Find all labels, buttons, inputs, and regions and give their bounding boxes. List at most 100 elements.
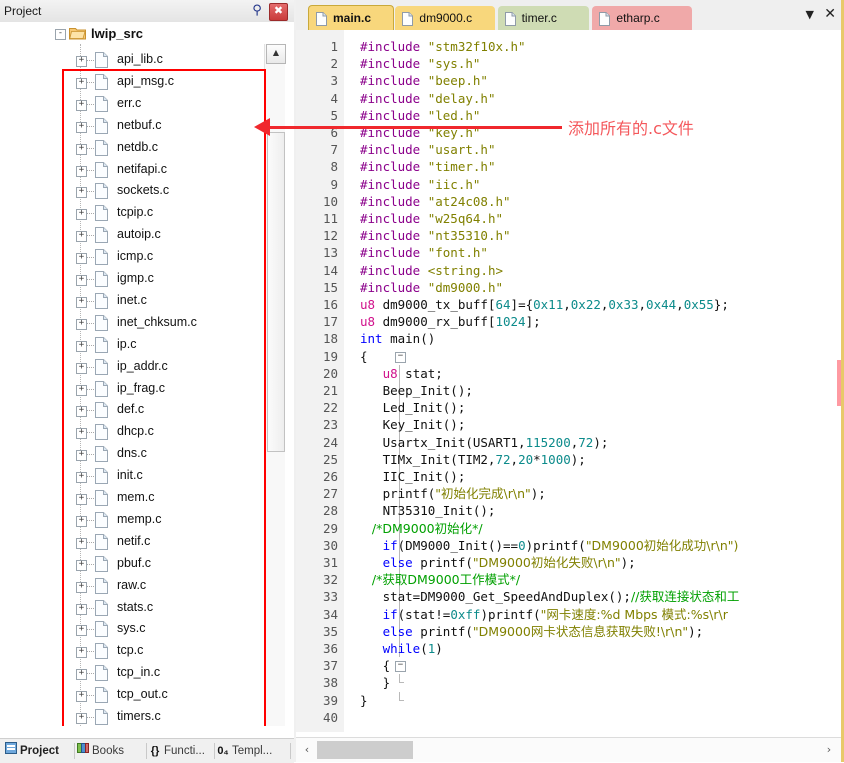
- tree-item-init-c[interactable]: + init.c: [0, 464, 262, 488]
- tree-item-netdb-c[interactable]: + netdb.c: [0, 136, 262, 160]
- tree-item-sys-c[interactable]: + sys.c: [0, 617, 262, 641]
- tree-item-igmp-c[interactable]: + igmp.c: [0, 267, 262, 291]
- tree-expand-toggle[interactable]: +: [76, 625, 87, 637]
- code-line[interactable]: else printf("DM9000初始化失败\r\n");: [296, 554, 844, 571]
- editor-tab-timer-c[interactable]: timer.c: [497, 6, 590, 30]
- tree-item-api_lib-c[interactable]: + api_lib.c: [0, 48, 262, 72]
- scroll-left-arrow-icon[interactable]: ‹: [300, 742, 314, 758]
- tree-item-memp-c[interactable]: + memp.c: [0, 508, 262, 532]
- tree-expand-toggle[interactable]: +: [76, 99, 87, 111]
- tree-expand-toggle[interactable]: +: [76, 165, 87, 177]
- tree-item-inet_chksum-c[interactable]: + inet_chksum.c: [0, 311, 262, 335]
- editor-tab-main-c[interactable]: main.c: [308, 5, 395, 32]
- code-line[interactable]: #include "beep.h": [296, 72, 844, 89]
- code-line[interactable]: /*获取DM9000工作模式*/: [296, 571, 844, 588]
- tree-item-ip-c[interactable]: + ip.c: [0, 333, 262, 357]
- code-line[interactable]: printf("初始化完成\r\n");: [296, 485, 844, 502]
- tree-expand-toggle[interactable]: +: [76, 209, 87, 221]
- editor-tab-etharp-c[interactable]: etharp.c: [592, 6, 692, 30]
- code-line[interactable]: stat=DM9000_Get_SpeedAndDuplex();//获取连接状…: [296, 588, 844, 605]
- code-line[interactable]: if(stat!=0xff)printf("网卡速度:%d Mbps 模式:%s…: [296, 606, 844, 623]
- tree-expand-toggle[interactable]: +: [76, 647, 87, 659]
- tree-item-mem-c[interactable]: + mem.c: [0, 486, 262, 510]
- tree-expand-toggle[interactable]: +: [76, 121, 87, 133]
- code-line[interactable]: /*DM9000初始化*/: [296, 520, 844, 537]
- code-line[interactable]: Usartx_Init(USART1,115200,72);: [296, 434, 844, 451]
- code-line[interactable]: #include "usart.h": [296, 141, 844, 158]
- tree-item-tcp_in-c[interactable]: + tcp_in.c: [0, 661, 262, 685]
- code-line[interactable]: {: [296, 348, 844, 365]
- panel-tab-books[interactable]: Books: [76, 741, 124, 761]
- tree-expand-toggle[interactable]: +: [76, 406, 87, 418]
- code-line[interactable]: #include <string.h>: [296, 262, 844, 279]
- code-line[interactable]: #include "sys.h": [296, 55, 844, 72]
- code-line[interactable]: }: [296, 692, 844, 709]
- tree-item-dns-c[interactable]: + dns.c: [0, 442, 262, 466]
- code-line[interactable]: #include "iic.h": [296, 176, 844, 193]
- tree-expand-toggle[interactable]: +: [76, 603, 87, 615]
- tree-item-sockets-c[interactable]: + sockets.c: [0, 179, 262, 203]
- code-line[interactable]: #include "delay.h": [296, 90, 844, 107]
- project-tree[interactable]: - lwip_src + api_lib.c + api_msg.c + err.c + ne…: [0, 22, 294, 726]
- tree-item-icmp-c[interactable]: + icmp.c: [0, 245, 262, 269]
- code-line[interactable]: TIMx_Init(TIM2,72,20*1000);: [296, 451, 844, 468]
- panel-tab-functi[interactable]: {} Functi...: [148, 741, 205, 761]
- code-line[interactable]: u8 stat;: [296, 365, 844, 382]
- tree-expand-toggle[interactable]: +: [76, 559, 87, 571]
- scroll-right-arrow-icon[interactable]: ›: [822, 742, 836, 758]
- tree-expand-toggle[interactable]: +: [76, 56, 87, 67]
- code-line[interactable]: Key_Init();: [296, 416, 844, 433]
- tree-expand-toggle[interactable]: +: [76, 143, 87, 155]
- tree-expand-toggle[interactable]: +: [76, 384, 87, 396]
- tree-item-tcp_out-c[interactable]: + tcp_out.c: [0, 683, 262, 707]
- tree-item-timers-c[interactable]: + timers.c: [0, 705, 262, 726]
- scroll-up-arrow-icon[interactable]: ▲: [266, 44, 286, 64]
- tree-item-raw-c[interactable]: + raw.c: [0, 574, 262, 598]
- code-line[interactable]: #include "w25q64.h": [296, 210, 844, 227]
- tree-expand-toggle[interactable]: +: [76, 275, 87, 286]
- project-tree-scrollbar[interactable]: ▲ ▼: [264, 44, 286, 726]
- tree-item-def-c[interactable]: + def.c: [0, 398, 262, 422]
- tree-expand-toggle[interactable]: +: [76, 77, 87, 89]
- tree-expand-toggle[interactable]: +: [76, 450, 87, 462]
- chevron-down-icon[interactable]: ▼: [806, 8, 814, 21]
- code-line[interactable]: #include "nt35310.h": [296, 227, 844, 244]
- code-line[interactable]: #include "dm9000.h": [296, 279, 844, 296]
- tree-item-ip_addr-c[interactable]: + ip_addr.c: [0, 355, 262, 379]
- tree-expand-toggle[interactable]: +: [76, 669, 87, 681]
- tree-item-pbuf-c[interactable]: + pbuf.c: [0, 552, 262, 576]
- code-line[interactable]: NT35310_Init();: [296, 502, 844, 519]
- tree-item-stats-c[interactable]: + stats.c: [0, 596, 262, 620]
- code-line[interactable]: }: [296, 674, 844, 691]
- tree-root-item[interactable]: - lwip_src: [0, 22, 262, 46]
- tree-item-api_msg-c[interactable]: + api_msg.c: [0, 70, 262, 94]
- tree-expand-toggle[interactable]: +: [76, 253, 87, 265]
- tree-expand-toggle[interactable]: +: [76, 713, 87, 724]
- hscrollbar-thumb[interactable]: [317, 741, 413, 759]
- tree-expand-toggle[interactable]: +: [76, 296, 87, 308]
- code-line[interactable]: Beep_Init();: [296, 382, 844, 399]
- tree-expand-toggle[interactable]: +: [76, 537, 87, 549]
- tree-expand-toggle[interactable]: +: [76, 187, 87, 199]
- tree-item-dhcp-c[interactable]: + dhcp.c: [0, 420, 262, 444]
- tree-expand-toggle[interactable]: +: [76, 340, 87, 352]
- tree-item-netbuf-c[interactable]: + netbuf.c: [0, 114, 262, 138]
- tree-expand-toggle[interactable]: +: [76, 494, 87, 505]
- code-line[interactable]: else printf("DM9000网卡状态信息获取失败!\r\n");: [296, 623, 844, 640]
- tree-item-inet-c[interactable]: + inet.c: [0, 289, 262, 313]
- code-line[interactable]: Led_Init();: [296, 399, 844, 416]
- tree-expand-toggle[interactable]: +: [76, 691, 87, 703]
- pin-icon[interactable]: ⚲: [250, 3, 264, 19]
- tree-expand-toggle[interactable]: +: [76, 428, 87, 440]
- tree-item-netif-c[interactable]: + netif.c: [0, 530, 262, 554]
- tree-expand-toggle[interactable]: +: [76, 472, 87, 484]
- tree-item-ip_frag-c[interactable]: + ip_frag.c: [0, 377, 262, 401]
- code-line[interactable]: IIC_Init();: [296, 468, 844, 485]
- code-line[interactable]: int main(): [296, 330, 844, 347]
- tree-expand-toggle[interactable]: +: [76, 231, 87, 243]
- panel-tab-templ[interactable]: 0₄ Templ...: [216, 741, 272, 761]
- tree-expand-toggle[interactable]: +: [76, 581, 87, 593]
- tree-collapse-toggle[interactable]: -: [55, 29, 66, 40]
- tree-expand-toggle[interactable]: +: [76, 362, 87, 374]
- code-line[interactable]: #include "timer.h": [296, 158, 844, 175]
